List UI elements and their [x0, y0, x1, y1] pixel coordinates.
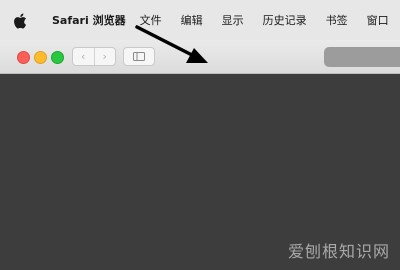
screen: Safari 浏览器 文件 编辑 显示 历史记录 书签 窗口 ‹ › 爱刨根知识… [0, 0, 400, 270]
navigation-buttons: ‹ › [72, 47, 116, 66]
menu-view[interactable]: 显示 [222, 15, 244, 26]
chevron-left-icon: ‹ [81, 50, 86, 63]
apple-logo-icon[interactable] [13, 13, 27, 29]
chevron-right-icon: › [102, 50, 107, 63]
menu-file[interactable]: 文件 [140, 15, 162, 26]
forward-button[interactable]: › [93, 48, 116, 65]
menu-bookmarks[interactable]: 书签 [326, 15, 348, 26]
zoom-window-button[interactable] [51, 51, 64, 64]
address-bar[interactable] [324, 47, 400, 67]
menu-edit[interactable]: 编辑 [181, 15, 203, 26]
menu-window[interactable]: 窗口 [367, 15, 389, 26]
menu-bar: Safari 浏览器 文件 编辑 显示 历史记录 书签 窗口 [0, 0, 400, 40]
menu-items: Safari 浏览器 文件 编辑 显示 历史记录 书签 窗口 [52, 0, 400, 40]
watermark: 爱刨根知识网 [287, 242, 390, 261]
menu-safari[interactable]: Safari 浏览器 [52, 15, 126, 26]
menu-history[interactable]: 历史记录 [263, 15, 307, 26]
back-button[interactable]: ‹ [73, 48, 94, 65]
safari-toolbar: ‹ › [0, 40, 400, 74]
sidebar-icon [133, 52, 145, 61]
close-window-button[interactable] [17, 51, 30, 64]
minimize-window-button[interactable] [34, 51, 47, 64]
sidebar-toggle-button[interactable] [123, 47, 155, 66]
